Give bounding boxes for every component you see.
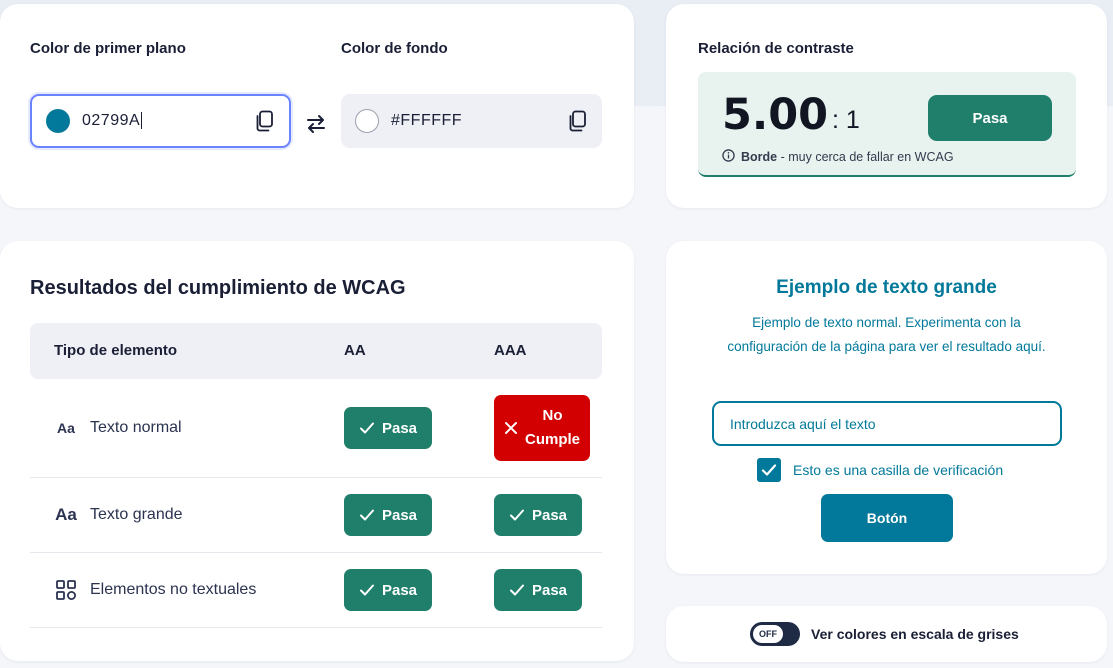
results-title: Resultados del cumplimiento de WCAG: [30, 277, 406, 299]
aaa-status-badge: Pasa: [494, 494, 582, 536]
contrast-ratio-card: Relación de contraste 5.00 : 1 Pasa Bord…: [666, 4, 1107, 208]
aaa-status-badge: Pasa: [494, 569, 582, 611]
sample-title: Ejemplo de texto grande: [776, 277, 997, 298]
grid-icon: [54, 578, 78, 602]
ratio-note: Borde - muy cerca de fallar en WCAG: [722, 149, 954, 165]
ratio-result-box: 5.00 : 1 Pasa Borde - muy cerca de falla…: [698, 72, 1076, 177]
background-value[interactable]: #FFFFFF: [391, 112, 566, 130]
wcag-results-card: Resultados del cumplimiento de WCAG Tipo…: [0, 241, 634, 661]
ratio-status-badge: Pasa: [928, 95, 1052, 141]
grayscale-toggle[interactable]: OFF: [750, 622, 800, 646]
swap-arrows-icon[interactable]: [304, 112, 328, 136]
header-aa: AA: [344, 342, 366, 359]
copy-icon[interactable]: [566, 110, 588, 132]
foreground-value[interactable]: 02799A: [82, 112, 253, 130]
foreground-swatch[interactable]: [46, 109, 70, 133]
text-size-icon: Aa: [57, 420, 75, 436]
sample-text-input[interactable]: [712, 401, 1062, 446]
check-icon: [761, 464, 777, 476]
copy-icon[interactable]: [253, 110, 275, 132]
sample-checkbox-label: Esto es una casilla de verificación: [793, 462, 1004, 478]
check-icon: [509, 509, 524, 521]
color-picker-card: Color de primer plano Color de fondo 027…: [0, 4, 634, 208]
sample-body-text: Ejemplo de texto normal. Experimenta con…: [727, 315, 1046, 354]
aa-status-badge: Pasa: [344, 494, 432, 536]
background-color-input[interactable]: #FFFFFF: [341, 94, 602, 148]
sample-button[interactable]: Botón: [821, 494, 953, 542]
aaa-status-badge: No Cumple: [494, 395, 590, 461]
background-label: Color de fondo: [341, 40, 448, 57]
header-aaa: AAA: [494, 342, 527, 359]
toggle-state: OFF: [753, 625, 783, 643]
check-icon: [359, 584, 374, 596]
grayscale-card: OFF Ver colores en escala de grises: [666, 606, 1107, 662]
aa-status-badge: Pasa: [344, 407, 432, 449]
ratio-suffix: : 1: [832, 106, 860, 134]
ratio-label: Relación de contraste: [698, 40, 854, 57]
check-icon: [359, 422, 374, 434]
table-row: Aa Texto grande Pasa Pasa: [30, 478, 602, 553]
row-label: Texto normal: [90, 419, 182, 436]
text-size-icon: Aa: [55, 505, 77, 524]
foreground-color-input[interactable]: 02799A: [30, 94, 291, 148]
check-icon: [359, 509, 374, 521]
header-type: Tipo de elemento: [54, 342, 178, 359]
row-label: Elementos no textuales: [90, 581, 257, 598]
sample-preview-card: Ejemplo de texto grande Ejemplo de texto…: [666, 241, 1107, 574]
grayscale-toggle-row: OFF Ver colores en escala de grises: [750, 622, 1019, 646]
table-row: Aa Texto normal Pasa No Cumple: [30, 379, 602, 478]
foreground-label: Color de primer plano: [30, 40, 186, 57]
ratio-note-text: - muy cerca de fallar en WCAG: [777, 150, 954, 164]
table-header: Tipo de elemento AA AAA: [30, 323, 602, 379]
row-label: Texto grande: [90, 506, 183, 523]
x-icon: [504, 422, 517, 434]
ratio-note-strong: Borde: [741, 150, 778, 164]
grayscale-label: Ver colores en escala de grises: [811, 626, 1019, 642]
aa-status-badge: Pasa: [344, 569, 432, 611]
check-icon: [509, 584, 524, 596]
sample-checkbox-row: Esto es una casilla de verificación: [757, 458, 1003, 482]
info-icon: [722, 149, 735, 165]
sample-checkbox[interactable]: [757, 458, 781, 482]
ratio-value: 5.00: [722, 90, 829, 140]
text-caret: [141, 112, 143, 130]
background-swatch[interactable]: [355, 109, 379, 133]
table-row: Elementos no textuales Pasa Pasa: [30, 553, 602, 628]
